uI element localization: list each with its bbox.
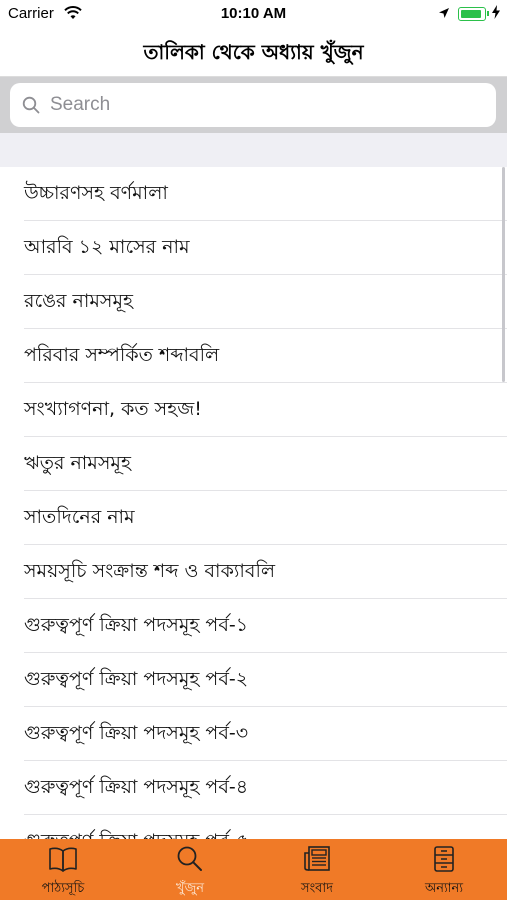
list-item[interactable]: সময়সূচি সংক্রান্ত শব্দ ও বাক্যাবলি (24, 545, 507, 599)
book-icon (49, 847, 77, 872)
list-item[interactable]: আরবি ১২ মাসের নাম (24, 221, 507, 275)
scrollbar[interactable] (502, 167, 505, 382)
tab-bar: পাঠ্যসূচি খুঁজুন সংবাদ অন্যান্য (0, 839, 507, 900)
tab-label: খুঁজুন (176, 881, 204, 896)
list-item-label: সময়সূচি সংক্রান্ত শব্দ ও বাক্যাবলি (24, 560, 276, 582)
list-item[interactable]: গুরুত্বপূর্ণ ক্রিয়া পদসমূহ পর্ব-৫ (24, 815, 507, 839)
list-item-label: সংখ্যাগণনা, কত সহজ! (24, 398, 202, 420)
list-item-label: গুরুত্বপূর্ণ ক্রিয়া পদসমূহ পর্ব-৩ (24, 722, 249, 744)
search-input[interactable] (48, 93, 472, 117)
status-bar: Carrier 10:10 AM (0, 0, 507, 28)
tab-news[interactable]: সংবাদ (254, 839, 380, 900)
list-item-label: ঋতুর নামসমূহ (24, 452, 131, 474)
battery-icon (458, 7, 486, 21)
section-header (0, 133, 507, 167)
search-field[interactable] (10, 83, 496, 127)
list-item[interactable]: সাতদিনের নাম (24, 491, 507, 545)
list-item-label: আরবি ১২ মাসের নাম (24, 236, 190, 258)
list-item[interactable]: গুরুত্বপূর্ণ ক্রিয়া পদসমূহ পর্ব-২ (24, 653, 507, 707)
list-item-label: পরিবার সম্পর্কিত শব্দাবলি (24, 344, 220, 366)
list-item[interactable]: গুরুত্বপূর্ণ ক্রিয়া পদসমূহ পর্ব-১ (24, 599, 507, 653)
tab-search[interactable]: খুঁজুন (127, 839, 253, 900)
search-bar (0, 77, 507, 133)
tab-label: অন্যান্য (424, 881, 464, 896)
chapter-list: উচ্চারণসহ বর্ণমালা আরবি ১২ মাসের নাম রঙে… (0, 167, 507, 839)
list-item[interactable]: উচ্চারণসহ বর্ণমালা (24, 167, 507, 221)
list-item[interactable]: সংখ্যাগণনা, কত সহজ! (24, 383, 507, 437)
location-arrow-icon (438, 6, 450, 23)
list-item[interactable]: পরিবার সম্পর্কিত শব্দাবলি (24, 329, 507, 383)
list-item[interactable]: গুরুত্বপূর্ণ ক্রিয়া পদসমূহ পর্ব-৪ (24, 761, 507, 815)
battery-tip (487, 11, 489, 16)
list-item-label: গুরুত্বপূর্ণ ক্রিয়া পদসমূহ পর্ব-১ (24, 614, 249, 636)
list-item[interactable]: ঋতুর নামসমূহ (24, 437, 507, 491)
status-time: 10:10 AM (220, 5, 287, 22)
newspaper-icon (304, 846, 330, 871)
list-item[interactable]: রঙের নামসমূহ (24, 275, 507, 329)
search-icon (22, 96, 40, 114)
charging-bolt-icon (492, 5, 500, 22)
tab-label: পাঠ্যসূচি (41, 881, 85, 896)
list-item-label: সাতদিনের নাম (24, 506, 135, 528)
tab-syllabus[interactable]: পাঠ্যসূচি (0, 839, 126, 900)
cabinet-icon (434, 846, 454, 872)
list-item[interactable]: গুরুত্বপূর্ণ ক্রিয়া পদসমূহ পর্ব-৩ (24, 707, 507, 761)
list-item-label: রঙের নামসমূহ (24, 290, 133, 312)
page-title: তালিকা থেকে অধ্যায় খুঁজুন (143, 40, 364, 64)
list-item-label: গুরুত্বপূর্ণ ক্রিয়া পদসমূহ পর্ব-৫ (24, 815, 248, 839)
tab-others[interactable]: অন্যান্য (381, 839, 507, 900)
navigation-bar: তালিকা থেকে অধ্যায় খুঁজুন (0, 28, 507, 77)
list-item-label: গুরুত্বপূর্ণ ক্রিয়া পদসমূহ পর্ব-৪ (24, 776, 249, 798)
tab-label: সংবাদ (300, 881, 334, 896)
list-item-label: উচ্চারণসহ বর্ণমালা (24, 182, 168, 204)
search-icon (177, 846, 202, 871)
list-item-label: গুরুত্বপূর্ণ ক্রিয়া পদসমূহ পর্ব-২ (24, 668, 249, 690)
